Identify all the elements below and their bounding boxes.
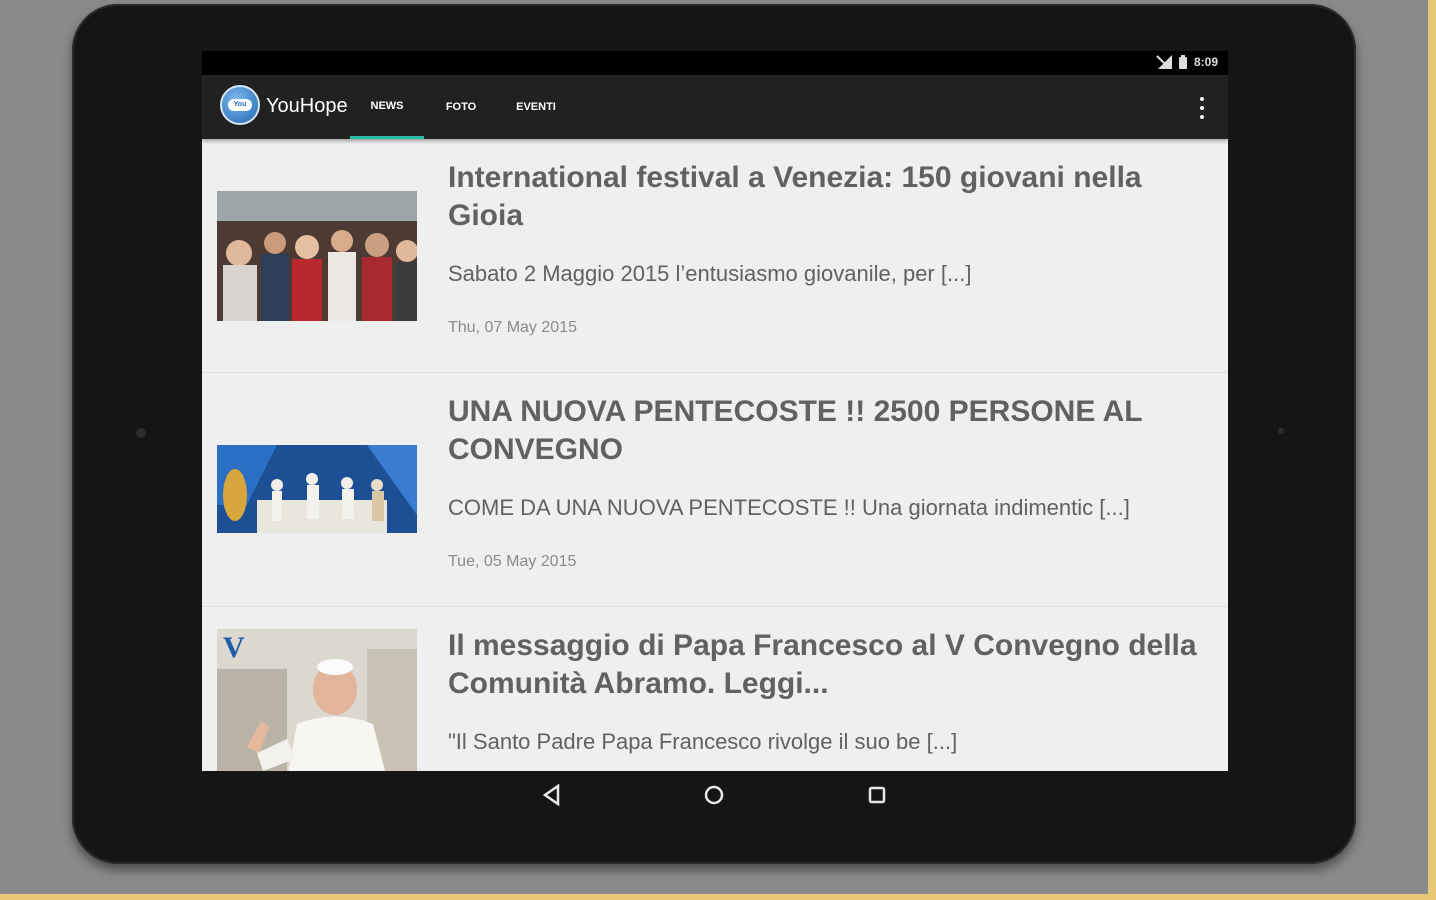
- status-time: 8:09: [1193, 55, 1218, 69]
- news-excerpt: COME DA UNA NUOVA PENTECOSTE !! Una gior…: [448, 495, 1130, 520]
- app-logo: You: [220, 85, 260, 125]
- news-excerpt: "Il Santo Padre Papa Francesco rivolge i…: [448, 729, 958, 754]
- tab-news[interactable]: NEWS: [350, 75, 424, 139]
- app-screen: 8:09 You YouHope NEWS FOTO EVENTI Intern…: [202, 51, 1228, 771]
- news-title: Il messaggio di Papa Francesco al V Conv…: [448, 629, 1197, 700]
- news-date: Tue, 05 May 2015: [448, 553, 577, 570]
- tab-foto[interactable]: FOTO: [428, 75, 494, 139]
- news-thumbnail: [217, 191, 417, 321]
- signal-icon: [1156, 55, 1172, 69]
- front-sensor-right: [1278, 428, 1284, 434]
- news-excerpt: Sabato 2 Maggio 2015 l’entusiasmo giovan…: [448, 261, 972, 286]
- thumbnail-caption: V: [223, 631, 245, 664]
- news-item[interactable]: UNA NUOVA PENTECOSTE !! 2500 PERSONE AL …: [202, 373, 1228, 607]
- more-vert-icon[interactable]: [1196, 97, 1208, 119]
- front-sensor: [136, 428, 146, 438]
- news-item[interactable]: International festival a Venezia: 150 gi…: [202, 139, 1228, 373]
- logo-text: You: [228, 99, 252, 111]
- system-nav-bar: [202, 771, 1228, 821]
- tab-news-label: NEWS: [370, 99, 404, 112]
- news-title: UNA NUOVA PENTECOSTE !! 2500 PERSONE AL …: [448, 395, 1143, 466]
- pope-photo-icon: [217, 629, 417, 771]
- news-item[interactable]: V Il messaggio di Papa Francesco al V Co…: [202, 607, 1228, 771]
- app-bar: You YouHope NEWS FOTO EVENTI: [202, 75, 1228, 139]
- recents-icon[interactable]: [866, 783, 888, 807]
- back-icon[interactable]: [542, 783, 562, 807]
- frame-border-right: [1428, 0, 1436, 900]
- tab-foto-label: FOTO: [445, 101, 477, 113]
- news-title: International festival a Venezia: 150 gi…: [448, 161, 1142, 232]
- news-list: International festival a Venezia: 150 gi…: [202, 139, 1228, 771]
- news-thumbnail: V: [217, 629, 417, 771]
- app-title: YouHope: [266, 95, 348, 117]
- crowd-photo-icon: [217, 191, 417, 321]
- tab-eventi[interactable]: EVENTI: [498, 75, 574, 139]
- frame-border-bottom: [0, 894, 1436, 900]
- status-bar: 8:09: [202, 51, 1228, 75]
- news-thumbnail: [217, 445, 417, 533]
- tab-eventi-label: EVENTI: [516, 101, 556, 113]
- battery-icon: [1178, 55, 1187, 69]
- stage-photo-icon: [217, 445, 417, 533]
- news-date: Thu, 07 May 2015: [448, 319, 577, 336]
- home-icon[interactable]: [702, 783, 726, 807]
